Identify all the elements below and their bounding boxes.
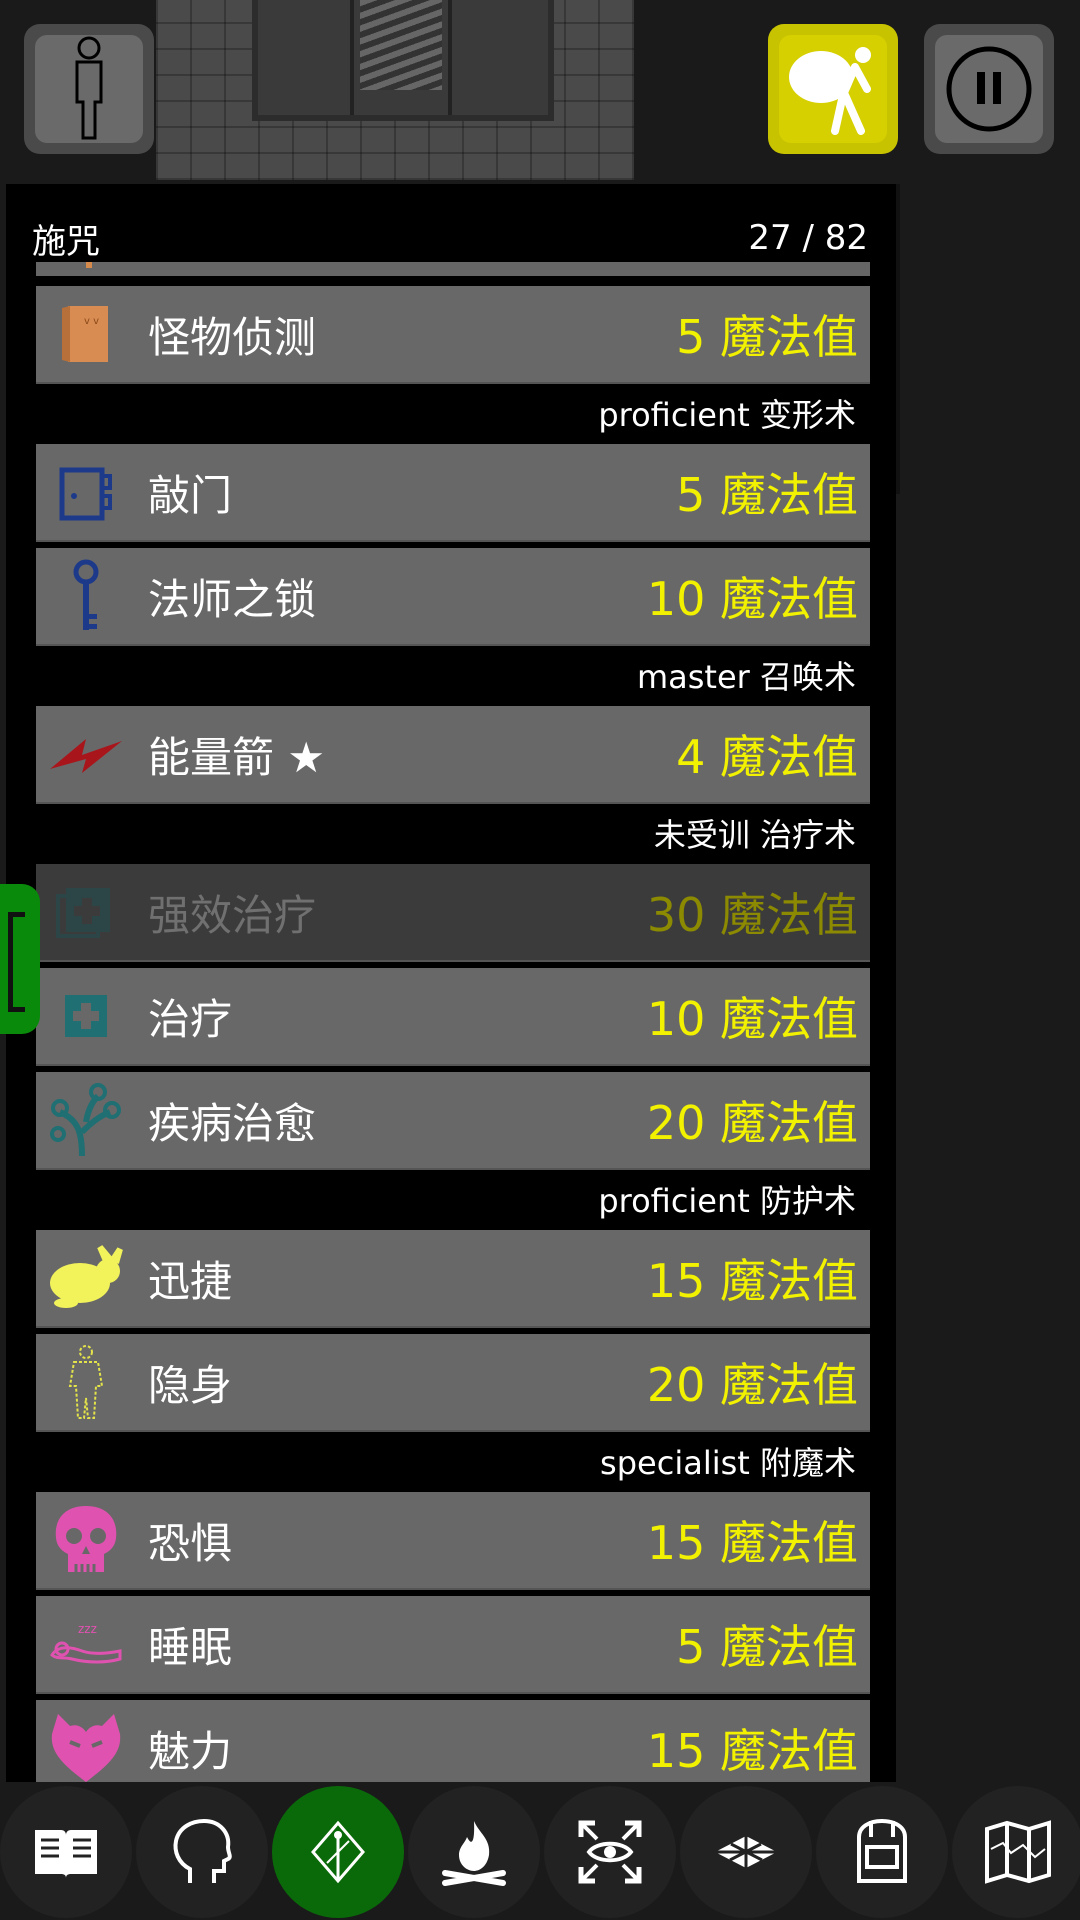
spell-row[interactable]: 法师之锁 10 魔法值 [36,548,870,646]
spell-name: 睡眠 [148,1622,233,1672]
bottom-nav [0,1784,1080,1920]
spell-cost: 20 魔法值 [646,1096,858,1150]
spell-points-count: 27 / 82 [748,218,868,258]
school-header: proficient 防护术 [598,1182,856,1220]
head-icon [173,1818,232,1883]
school-header: proficient 变形术 [598,396,856,434]
spell-row[interactable]: 治疗 10 魔法值 [36,968,870,1066]
rabbit-icon [46,1238,126,1318]
spell-name: 迅捷 [148,1256,233,1306]
map-icon [985,1820,1051,1884]
pause-icon [946,46,1032,132]
spell-cost: 10 魔法值 [646,572,858,626]
inventory-button[interactable] [768,24,898,154]
heal-icon [46,976,126,1056]
book-icon [35,1830,97,1878]
spell-row[interactable]: 恐惧 15 魔法值 [36,1492,870,1590]
sack-carrier-icon [789,47,871,135]
dungeon-stairs [360,0,442,90]
spell-staff-icon [311,1820,365,1884]
spell-name: 疾病治愈 [148,1098,317,1148]
pause-button[interactable] [924,24,1054,154]
greater-heal-icon [46,872,126,952]
school-header: master 召唤术 [636,658,856,696]
spell-row[interactable]: 迅捷 15 魔法值 [36,1230,870,1328]
knock-door-icon [46,452,126,532]
spell-cost: 4 魔法值 [676,730,858,784]
floor-tiles-icon [715,1836,777,1868]
spell-cost: 30 魔法值 [646,888,858,942]
key-icon [46,556,126,636]
partial-spell-row [36,262,870,276]
spell-row[interactable]: 能量箭 ★ 4 魔法值 [36,706,870,804]
nav-backpack[interactable] [816,1786,948,1918]
spell-row[interactable]: zzz 睡眠 5 魔法值 [36,1596,870,1694]
nav-rest[interactable] [408,1786,540,1918]
spell-name: 强效治疗 [148,890,317,940]
spell-row[interactable]: 敲门 5 魔法值 [36,444,870,542]
spell-name: 魅力 [148,1726,233,1776]
side-drawer-tab[interactable] [0,884,40,1034]
svg-text:zzz: zzz [78,1622,97,1636]
spell-cost: 10 魔法值 [646,992,858,1046]
door-icon: v v [46,294,126,374]
spell-name: 治疗 [148,994,233,1044]
spell-cost: 15 魔法值 [646,1516,858,1570]
spell-name: 能量箭 ★ [148,732,326,782]
nav-floor[interactable] [680,1786,812,1918]
nav-map[interactable] [952,1786,1080,1918]
spell-row-disabled: 强效治疗 30 魔法值 [36,864,870,962]
person-icon [75,36,103,140]
campfire-icon [442,1821,506,1886]
spell-row[interactable]: 疾病治愈 20 魔法值 [36,1072,870,1170]
school-header: specialist 附魔术 [600,1444,856,1482]
school-header: 未受训 治疗术 [653,816,856,854]
spell-cost: 15 魔法值 [646,1724,858,1778]
spell-cost: 20 魔法值 [646,1358,858,1412]
spell-row[interactable]: 隐身 20 魔法值 [36,1334,870,1432]
spell-cost: 5 魔法值 [676,468,858,522]
look-icon [578,1820,642,1884]
spell-row[interactable]: 魅力 15 魔法值 [36,1700,870,1782]
spell-name: 怪物侦测 [148,312,317,362]
spell-name: 法师之锁 [148,574,317,624]
spell-cost: 5 魔法值 [676,310,858,364]
spell-name: 隐身 [148,1360,233,1410]
spell-name: 敲门 [148,470,233,520]
nav-talk[interactable] [136,1786,268,1918]
nav-look[interactable] [544,1786,676,1918]
sleep-icon: zzz [46,1604,126,1684]
skull-icon [46,1500,126,1580]
spell-panel: 施咒 27 / 82 v v 怪物侦测 5 魔法值 proficient 变形术… [6,184,896,1782]
scrollbar[interactable] [896,184,900,494]
dungeon-door [252,0,554,121]
nav-spells[interactable] [272,1786,404,1918]
heart-icon [46,1708,126,1782]
panel-header: 施咒 27 / 82 [6,216,868,262]
spell-row[interactable]: v v 怪物侦测 5 魔法值 [36,286,870,384]
spell-list[interactable]: v v 怪物侦测 5 魔法值 proficient 变形术 敲门 5 魔法值 法… [36,262,870,1782]
dungeon-view [156,0,634,180]
cure-disease-icon [46,1080,126,1160]
lightning-icon [46,714,126,794]
character-button[interactable] [24,24,154,154]
invisible-person-icon [46,1342,126,1422]
spell-name: 恐惧 [148,1518,233,1568]
spell-cost: 5 魔法值 [676,1620,858,1674]
panel-title: 施咒 [32,221,100,262]
svg-text:v v: v v [84,316,99,327]
spell-cost: 15 魔法值 [646,1254,858,1308]
nav-journal[interactable] [0,1786,132,1918]
backpack-icon [857,1818,907,1883]
